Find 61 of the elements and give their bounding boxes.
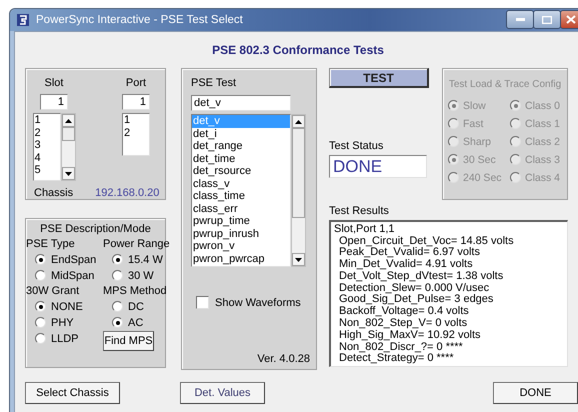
list-item[interactable]: det_rsource: [192, 165, 290, 178]
mps-method-label: MPS Method: [103, 285, 167, 297]
panel-title: PSE Description/Mode: [39, 223, 152, 235]
list-item[interactable]: pwrup_time: [192, 215, 290, 228]
action-button[interactable]: Det. Values: [180, 382, 265, 404]
radio-option[interactable]: EndSpan: [26, 253, 103, 266]
slot-field[interactable]: 1: [40, 94, 68, 110]
result-line: Backoff_Voltage= 0.4 volts: [338, 306, 470, 318]
window-title: PowerSync Interactive - PSE Test Select: [36, 14, 243, 26]
result-line: Detect_Strategy= 0 ****: [338, 353, 455, 366]
pse-test-list[interactable]: det_v det_i det_range det_time det_rsource class_v class_time class_err pwrup_time pwrup_inrush pwron_v pwron_pwrcap: [191, 114, 291, 267]
port-field[interactable]: 1: [122, 94, 150, 110]
list-item[interactable]: pwrup_inrush: [192, 228, 290, 240]
pse-test-label: PSE Test: [191, 77, 236, 89]
radio-option[interactable]: LLDP: [26, 332, 103, 345]
list-item[interactable]: det_i: [192, 128, 290, 140]
result-line: Detection_Slew= 0.000 V/usec: [338, 282, 490, 294]
action-button[interactable]: Select Chassis: [25, 382, 120, 404]
result-line: Min_Det_Vvalid= 4.91 volts: [338, 259, 474, 271]
list-item[interactable]: det_range: [192, 140, 290, 152]
test-status-field: DONE: [329, 155, 427, 178]
port-list[interactable]: 1 2: [122, 113, 150, 156]
chassis-label: Chassis: [34, 187, 74, 199]
result-line: Good_Sig_Det_Pulse= 3 edges: [338, 294, 494, 306]
list-item[interactable]: pwron_pwrcap: [192, 252, 290, 265]
list-item[interactable]: pwron_v: [192, 240, 290, 252]
result-line: Open_Circuit_Det_Voc= 14.85 volts: [338, 236, 515, 246]
result-line: Peak_Det_Vvalid= 6.97 volts: [338, 247, 481, 259]
list-item[interactable]: class_v: [192, 178, 290, 190]
result-line: Det_Volt_Step_dVtest= 1.38 volts: [338, 270, 504, 283]
radio-option[interactable]: AC: [103, 316, 167, 329]
results-header: Slot,Port 1,1: [333, 223, 396, 236]
result-line: High_Sig_MaxV= 10.92 volts: [338, 330, 482, 342]
show-waveforms-checkbox[interactable]: Show Waveforms: [196, 296, 316, 309]
slot-label: Slot: [44, 77, 64, 89]
grant-label: 30W Grant: [26, 285, 80, 297]
action-button[interactable]: DONE: [493, 382, 578, 404]
power-range-label: Power Range: [103, 238, 167, 250]
radio-option[interactable]: DC: [103, 300, 167, 313]
test-button[interactable]: TEST: [329, 68, 429, 88]
radio-option[interactable]: NONE: [26, 300, 103, 313]
radio-option[interactable]: 30 W: [103, 269, 167, 282]
test-status-label: Test Status: [329, 140, 384, 152]
pse-test-field[interactable]: det_v: [191, 95, 291, 111]
result-line: Non_802_Step_V= 0 volts: [338, 318, 468, 330]
radio-option[interactable]: MidSpan: [26, 269, 103, 282]
list-item[interactable]: class_err: [192, 202, 290, 215]
port-label: Port: [126, 77, 146, 89]
chassis-address: 192.168.0.20: [95, 187, 160, 199]
panel-title: Test Load & Trace Config: [448, 79, 562, 90]
version-label: Ver. 4.0.28: [257, 353, 310, 365]
list-item[interactable]: det_time: [192, 152, 290, 165]
find-mps-button[interactable]: Find MPS: [103, 331, 154, 351]
list-item[interactable]: class_time: [192, 190, 290, 202]
result-line: Non_802_Discr_?= 0 ****: [338, 342, 464, 353]
page-heading: PSE 802.3 Conformance Tests: [211, 43, 385, 57]
slot-list[interactable]: 1 2 3 4 5: [32, 113, 60, 181]
radio-option[interactable]: 15.4 W: [103, 253, 167, 266]
radio-option[interactable]: PHY: [26, 316, 103, 329]
test-results-label: Test Results: [329, 205, 389, 217]
pse-type-label: PSE Type: [26, 238, 76, 250]
